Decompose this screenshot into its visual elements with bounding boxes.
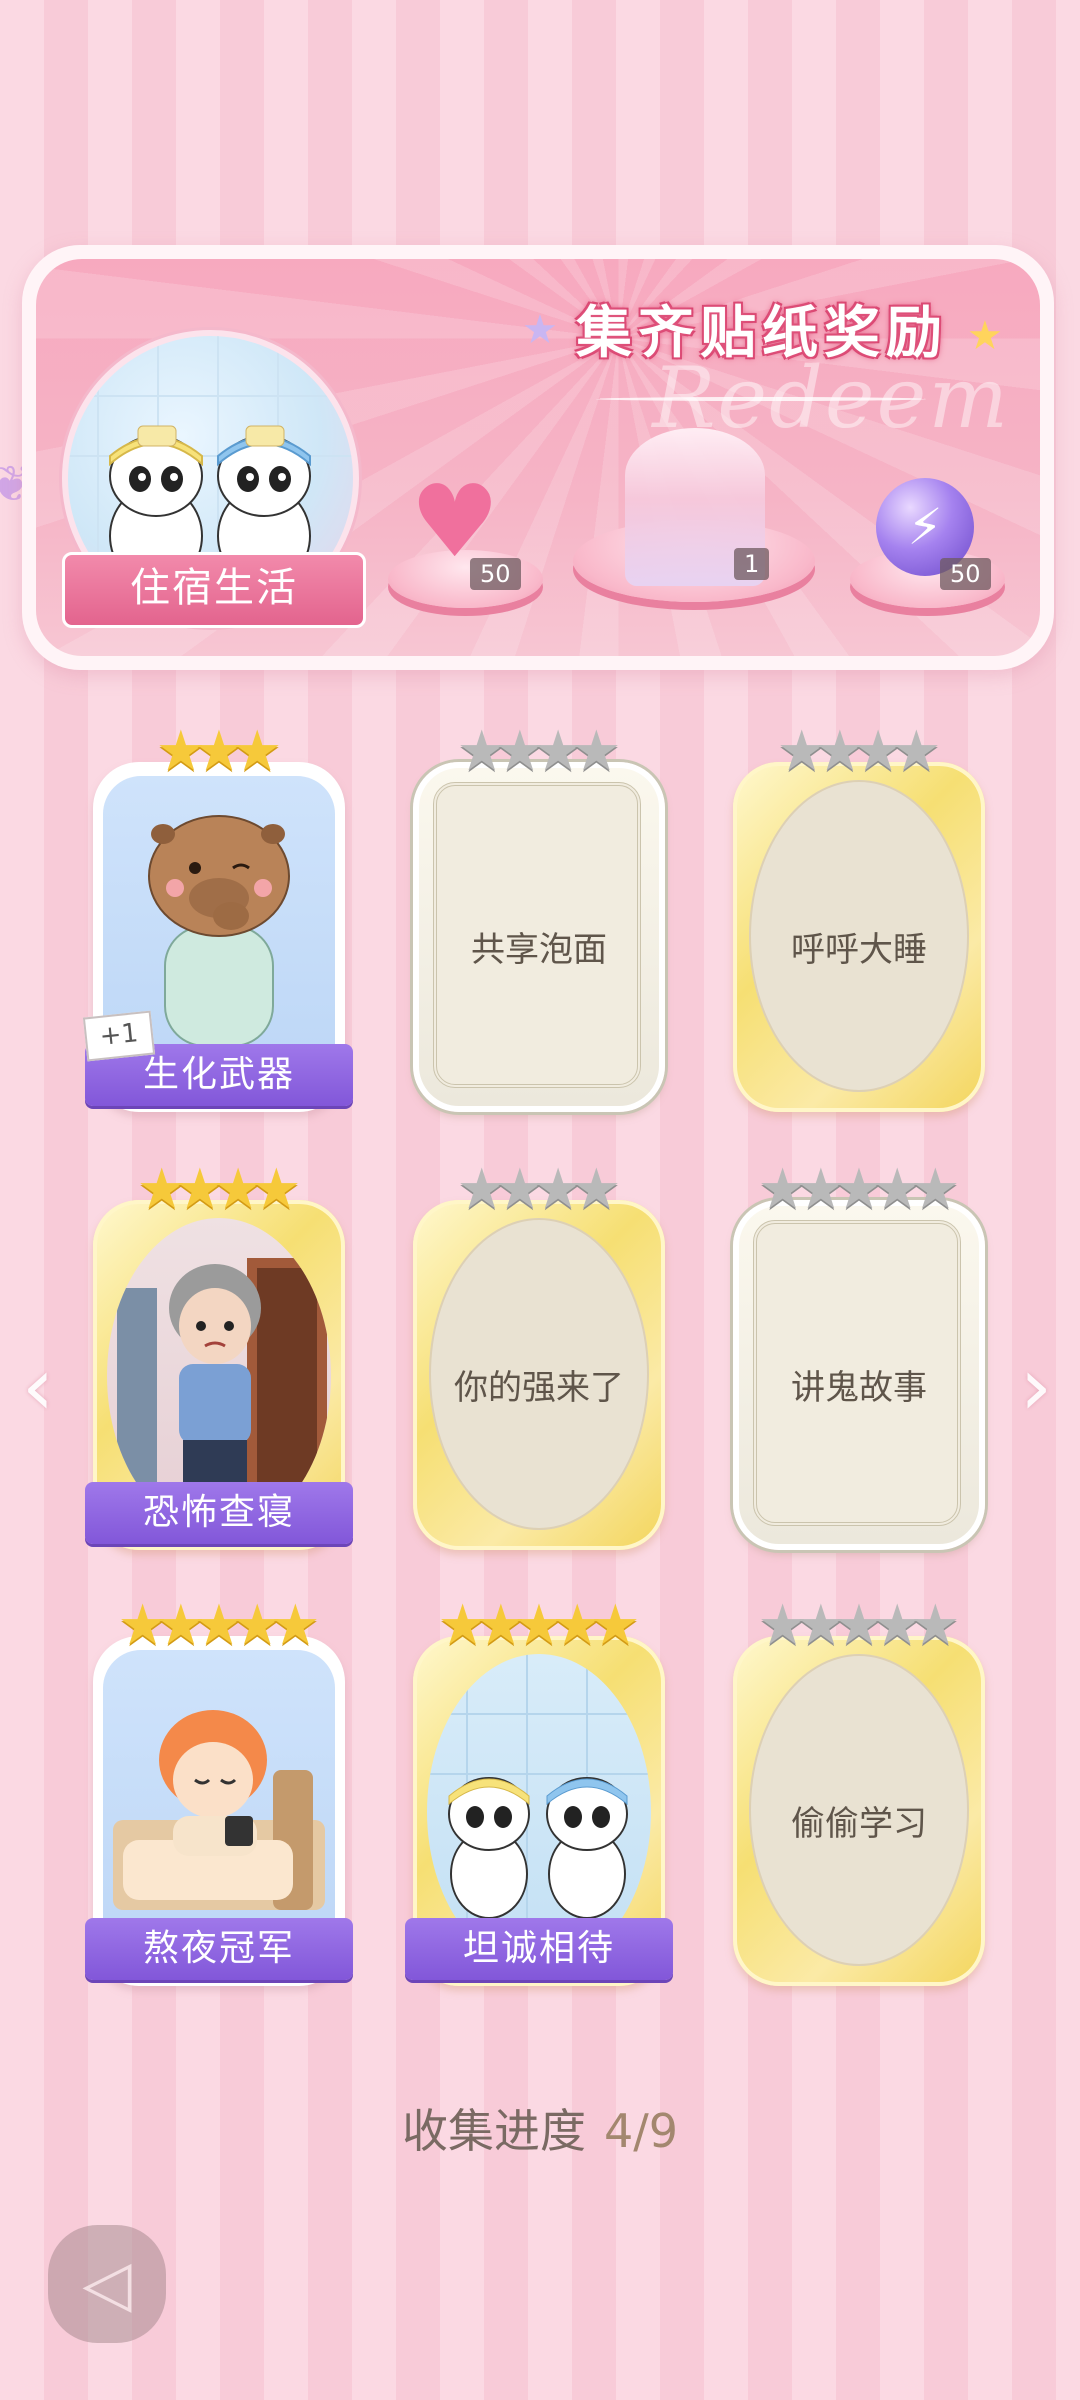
gold-star-icon: ★ — [232, 719, 283, 784]
card-name-ribbon: 坦诚相待 — [405, 1918, 673, 1980]
star-rating: ★★★★ — [733, 722, 985, 795]
yellow-star-icon: ★ — [967, 313, 1003, 359]
back-button[interactable]: ◁ — [48, 2225, 166, 2343]
gold-star-icon: ★ — [251, 1157, 302, 1222]
star-rating: ★★★★★ — [733, 1596, 985, 1669]
reward-count: 50 — [940, 558, 991, 590]
grey-star-icon: ★ — [910, 1593, 961, 1658]
reward-count: 50 — [470, 558, 521, 590]
back-icon: ◁ — [82, 2247, 132, 2321]
sticker-card[interactable]: ★★★★★ 熬夜冠军 — [85, 1596, 353, 1986]
theme-ribbon: 住宿生活 — [62, 552, 366, 628]
collection-progress: 收集进度 4/9 — [0, 2095, 1080, 2161]
sticker-card[interactable]: 呼呼大睡 ★★★★ — [733, 722, 985, 1112]
star-rating: ★★★★ — [413, 722, 665, 795]
card-name: 恐怖查寝 — [142, 1492, 295, 1533]
card-name: 偷偷学习 — [791, 1804, 927, 1844]
star-rating: ★★★★★ — [413, 1596, 665, 1669]
sticker-card[interactable]: ★★★ 生化武器 +1 — [82, 722, 353, 1112]
banner-title-plate: 集齐贴纸奖励 — [552, 293, 972, 375]
gold-star-icon: ★ — [270, 1593, 321, 1658]
reward-count: 1 — [734, 548, 770, 580]
sticker-card[interactable]: 你的强来了 ★★★★ — [413, 1160, 665, 1550]
sticker-card[interactable]: ★★★★★ 坦诚相待 — [405, 1596, 673, 1986]
grey-star-icon: ★ — [571, 1157, 622, 1222]
star-rating: ★★★★★ — [733, 1160, 985, 1233]
card-name: 坦诚相待 — [462, 1928, 615, 1969]
card-name-ribbon: 恐怖查寝 — [85, 1482, 353, 1544]
card-name: 共享泡面 — [471, 930, 607, 970]
sticker-card[interactable]: ★★★★ 恐怖查寝 — [85, 1160, 353, 1550]
heart-gem-icon[interactable]: ♥ — [410, 472, 500, 572]
title-dash-line — [596, 397, 926, 401]
grey-star-icon: ★ — [571, 719, 622, 784]
star-rating: ★★★★ — [93, 1160, 345, 1233]
grey-star-icon: ★ — [891, 719, 942, 784]
progress-value: 4/9 — [603, 2104, 679, 2158]
progress-label: 收集进度 — [401, 2104, 586, 2158]
sticker-card[interactable]: 偷偷学习 ★★★★★ — [733, 1596, 985, 1986]
gold-star-icon: ★ — [590, 1593, 641, 1658]
card-name: 讲鬼故事 — [791, 1368, 927, 1408]
chevron-right-icon[interactable]: › — [1020, 1340, 1052, 1433]
card-name: 呼呼大睡 — [791, 930, 927, 970]
star-rating: ★★★★★ — [93, 1596, 345, 1669]
star-rating: ★★★★ — [413, 1160, 665, 1233]
sticker-card[interactable]: 共享泡面 ★★★★ — [413, 722, 665, 1112]
chevron-left-icon[interactable]: ‹ — [22, 1340, 54, 1433]
card-name: 熬夜冠军 — [142, 1928, 295, 1969]
theme-name: 住宿生活 — [130, 565, 298, 611]
star-rating: ★★★ — [93, 722, 345, 795]
card-name-ribbon: 熬夜冠军 — [85, 1918, 353, 1980]
card-name: 你的强来了 — [454, 1368, 624, 1408]
sticker-card[interactable]: 讲鬼故事 ★★★★★ — [733, 1160, 985, 1550]
grey-star-icon: ★ — [910, 1157, 961, 1222]
duplicate-badge: +1 — [82, 1010, 156, 1062]
banner-title: 集齐贴纸奖励 — [576, 301, 948, 366]
